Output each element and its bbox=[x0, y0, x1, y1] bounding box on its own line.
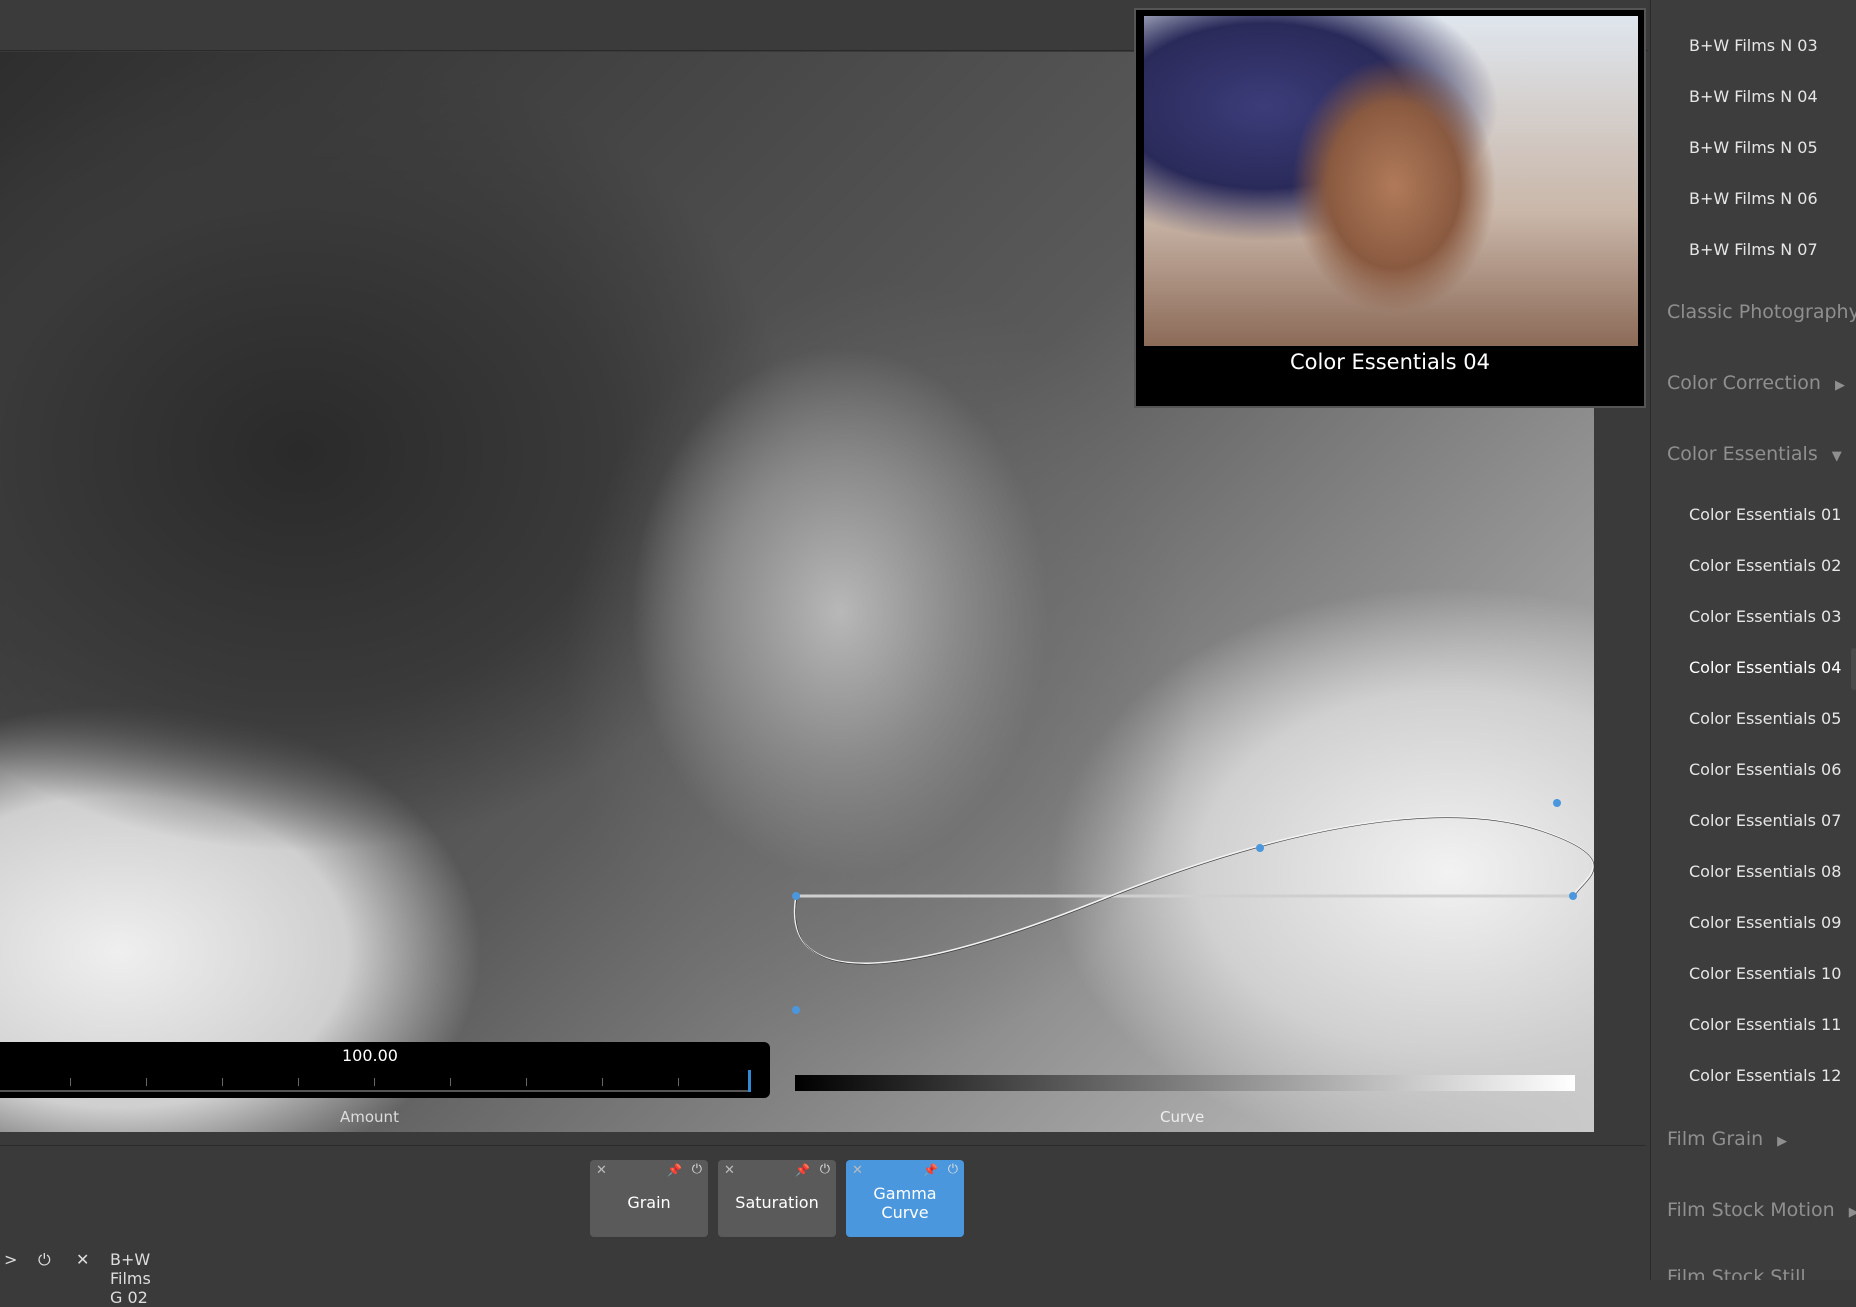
curve-control-point-top[interactable] bbox=[1553, 799, 1561, 807]
preset-item[interactable]: Color Essentials 09 bbox=[1689, 913, 1841, 932]
preset-item[interactable]: Color Essentials 08 bbox=[1689, 862, 1841, 881]
curve-point-end[interactable] bbox=[1569, 892, 1577, 900]
category-label: Classic Photography bbox=[1667, 301, 1856, 323]
category-classic-photography[interactable]: Classic Photography bbox=[1667, 301, 1856, 323]
power-icon[interactable]: ⏻ bbox=[948, 1162, 958, 1177]
category-film-stock-still[interactable]: Film Stock Still bbox=[1667, 1266, 1806, 1280]
close-icon[interactable]: ✕ bbox=[76, 1250, 89, 1269]
preset-item[interactable]: Color Essentials 11 bbox=[1689, 1015, 1841, 1034]
chevron-right-icon: ▶ bbox=[1777, 1134, 1788, 1149]
amount-slider-handle[interactable] bbox=[748, 1070, 751, 1092]
category-label: Color Correction bbox=[1667, 372, 1821, 394]
curve-control-point-bottom[interactable] bbox=[792, 1006, 800, 1014]
preset-item[interactable]: B+W Films N 03 bbox=[1689, 36, 1818, 55]
preview-color-photo bbox=[1144, 16, 1638, 346]
module-label: Gamma Curve bbox=[873, 1183, 937, 1222]
category-label: Film Grain bbox=[1667, 1128, 1764, 1150]
preset-item[interactable]: Color Essentials 01 bbox=[1689, 505, 1841, 524]
module-gamma-curve[interactable]: ✕ 📌 ⏻ Gamma Curve bbox=[846, 1160, 964, 1237]
module-grain[interactable]: ✕ 📌 ⏻ Grain bbox=[590, 1160, 708, 1237]
expand-icon[interactable]: > bbox=[4, 1250, 17, 1269]
preview-label: Color Essentials 04 bbox=[1290, 350, 1490, 374]
curve-point-start[interactable] bbox=[792, 892, 800, 900]
preset-item[interactable]: Color Essentials 06 bbox=[1689, 760, 1841, 779]
preset-item[interactable]: B+W Films N 04 bbox=[1689, 87, 1818, 106]
preset-item[interactable]: Color Essentials 02 bbox=[1689, 556, 1841, 575]
amount-tick bbox=[602, 1078, 603, 1086]
sidebar-scrollbar[interactable] bbox=[1851, 648, 1856, 690]
amount-tick bbox=[298, 1078, 299, 1086]
preset-preview-popup: Color Essentials 04 bbox=[1134, 8, 1646, 408]
chevron-right-icon: ▶ bbox=[1834, 378, 1845, 393]
amount-tick bbox=[70, 1078, 71, 1086]
category-color-correction[interactable]: Color Correction ▶ bbox=[1667, 372, 1845, 394]
chevron-down-icon: ▼ bbox=[1831, 449, 1842, 464]
preset-item[interactable]: B+W Films N 06 bbox=[1689, 189, 1818, 208]
amount-tick bbox=[526, 1078, 527, 1086]
curve-path-shadow bbox=[795, 817, 1595, 965]
category-label: Film Stock Motion bbox=[1667, 1199, 1835, 1221]
amount-tick bbox=[222, 1078, 223, 1086]
preset-item[interactable]: Color Essentials 10 bbox=[1689, 964, 1841, 983]
amount-tick bbox=[374, 1078, 375, 1086]
preset-item[interactable]: Color Essentials 05 bbox=[1689, 709, 1841, 728]
preset-item-selected[interactable]: Color Essentials 04 bbox=[1689, 658, 1841, 677]
power-icon[interactable]: ⏻ bbox=[38, 1250, 51, 1270]
preset-item[interactable]: Color Essentials 03 bbox=[1689, 607, 1841, 626]
curve-gradient-bar bbox=[795, 1075, 1575, 1091]
module-saturation[interactable]: ✕ 📌 ⏻ Saturation bbox=[718, 1160, 836, 1237]
close-icon[interactable]: ✕ bbox=[852, 1163, 863, 1178]
preset-sidebar: B+W Films N 03 B+W Films N 04 B+W Films … bbox=[1650, 0, 1856, 1280]
module-label: Saturation bbox=[735, 1193, 819, 1212]
preset-item[interactable]: Color Essentials 12 bbox=[1689, 1066, 1841, 1085]
current-preset-name: B+W Films G 02 bbox=[110, 1250, 151, 1307]
category-label: Color Essentials bbox=[1667, 443, 1818, 465]
preset-item[interactable]: B+W Films N 07 bbox=[1689, 240, 1818, 259]
curve-control-point-mid[interactable] bbox=[1256, 844, 1264, 852]
category-film-stock-motion[interactable]: Film Stock Motion ▶ bbox=[1667, 1199, 1856, 1221]
category-label: Film Stock Still bbox=[1667, 1266, 1806, 1280]
preset-item[interactable]: B+W Films N 05 bbox=[1689, 138, 1818, 157]
module-label: Grain bbox=[627, 1193, 671, 1212]
amount-label: Amount bbox=[340, 1108, 399, 1126]
amount-value: 100.00 bbox=[342, 1046, 398, 1065]
amount-slider-track[interactable] bbox=[0, 1090, 750, 1092]
preset-item[interactable]: Color Essentials 07 bbox=[1689, 811, 1841, 830]
curve-path[interactable] bbox=[793, 816, 1594, 964]
category-film-grain[interactable]: Film Grain ▶ bbox=[1667, 1128, 1787, 1150]
amount-slider-panel[interactable]: 100.00 bbox=[0, 1042, 770, 1098]
category-color-essentials[interactable]: Color Essentials ▼ bbox=[1667, 443, 1842, 465]
chevron-right-icon: ▶ bbox=[1849, 1205, 1856, 1220]
curve-label: Curve bbox=[1160, 1108, 1205, 1126]
amount-tick bbox=[678, 1078, 679, 1086]
amount-tick bbox=[146, 1078, 147, 1086]
amount-tick bbox=[450, 1078, 451, 1086]
